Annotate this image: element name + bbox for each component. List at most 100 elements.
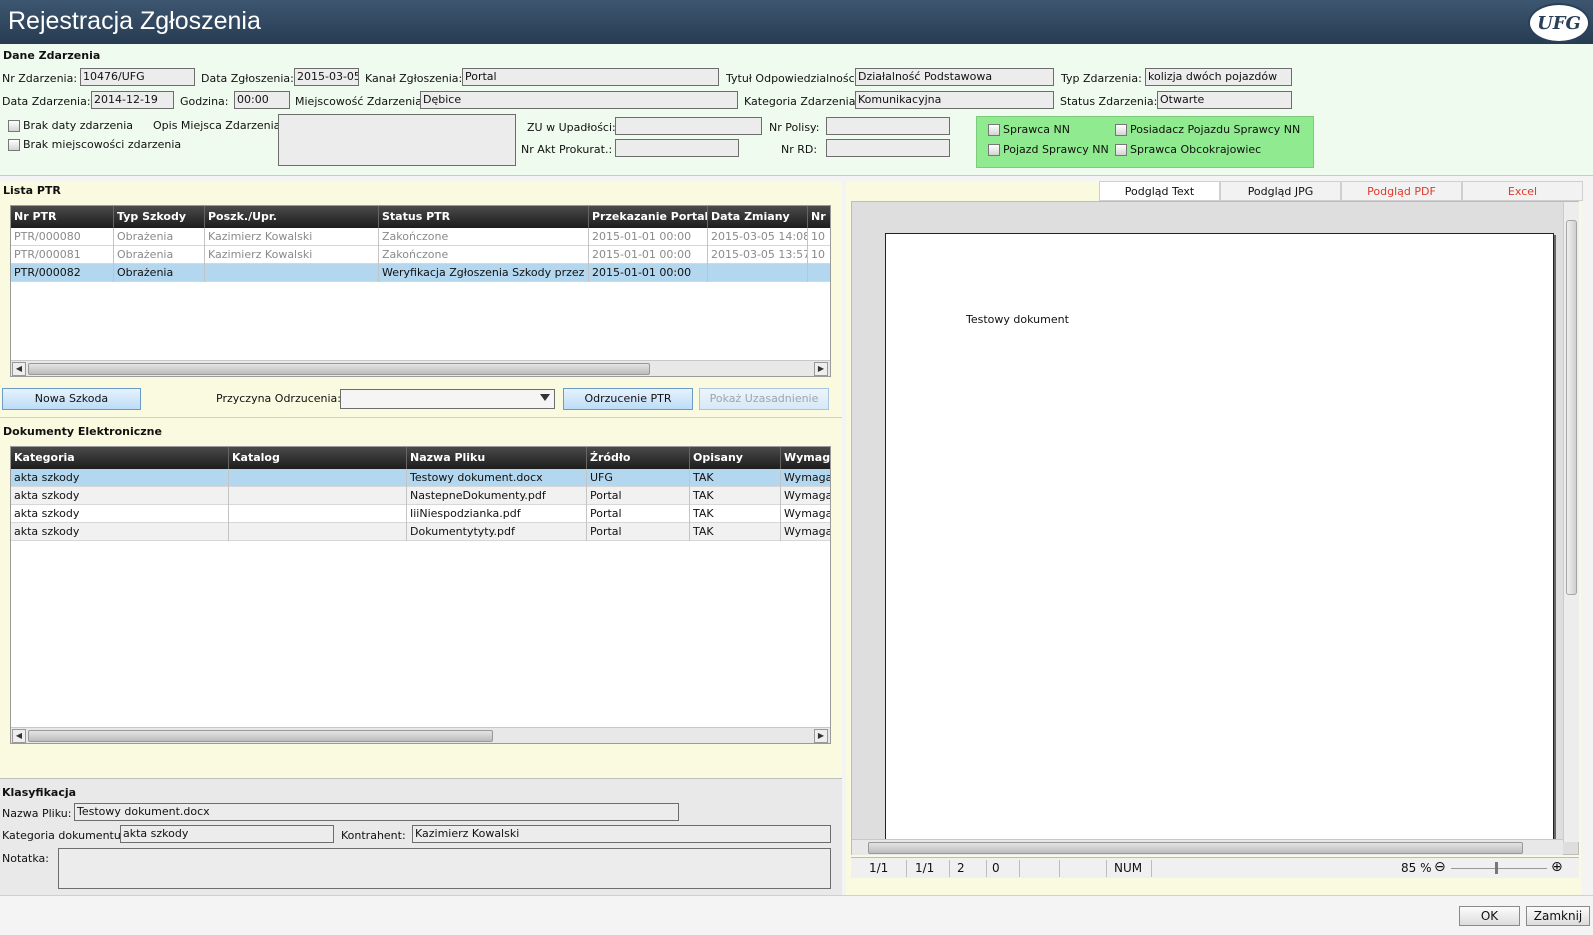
kontrahent-field[interactable]: Kazimierz Kowalski	[412, 825, 831, 843]
posiadacz-nn-checkbox[interactable]: Posiadacz Pojazdu Sprawcy NN	[1115, 123, 1300, 136]
zu-upadlosci-label: ZU w Upadłości:	[527, 121, 616, 134]
scroll-thumb[interactable]	[28, 363, 650, 375]
scroll-thumb[interactable]	[28, 730, 493, 742]
col-zrodlo[interactable]: Źródło	[587, 447, 690, 469]
table-row[interactable]: PTR/000081 Obrażenia Kazimierz Kowalski …	[11, 246, 830, 264]
nr-akt-field[interactable]	[615, 139, 739, 157]
miejscowosc-field[interactable]: Dębice	[420, 91, 738, 109]
kanal-zgloszenia-field[interactable]: Portal	[462, 68, 719, 86]
przyczyna-dropdown[interactable]	[340, 389, 555, 409]
status-zdarzenia-field[interactable]: Otwarte	[1157, 91, 1292, 109]
brak-miejscowosci-checkbox[interactable]: Brak miejscowości zdarzenia	[8, 138, 181, 151]
ok-button[interactable]: OK	[1459, 906, 1520, 926]
nr-rd-field[interactable]	[826, 139, 950, 157]
checkbox-box[interactable]	[1115, 143, 1127, 156]
nowa-szkoda-button[interactable]: Nowa Szkoda	[2, 388, 141, 410]
cell: Dokumentytyty.pdf	[407, 523, 587, 541]
sprawca-obco-checkbox[interactable]: Sprawca Obcokrajowiec	[1115, 143, 1261, 156]
scroll-right-icon[interactable]: ▶	[814, 362, 828, 376]
opis-miejsca-label: Opis Miejsca Zdarzenia:	[153, 119, 285, 132]
checkbox-box[interactable]	[988, 123, 1000, 136]
zoom-slider-handle[interactable]	[1495, 862, 1498, 874]
cell: Wymagan	[781, 469, 830, 487]
pojazd-nn-checkbox[interactable]: Pojazd Sprawcy NN	[988, 143, 1109, 156]
kategoria-zdarzenia-field[interactable]: Komunikacyjna	[855, 91, 1054, 109]
data-zdarzenia-field[interactable]: 2014-12-19	[91, 91, 174, 109]
brak-daty-label: Brak daty zdarzenia	[23, 119, 134, 132]
zu-upadlosci-field[interactable]	[615, 117, 762, 135]
divider	[1059, 860, 1060, 877]
col-data-zmiany[interactable]: Data Zmiany	[708, 206, 808, 228]
table-row-selected[interactable]: akta szkody Testowy dokument.docx UFG TA…	[11, 469, 830, 487]
cell: TAK	[690, 487, 781, 505]
close-button[interactable]: Zamknij	[1526, 906, 1590, 926]
col-opisany[interactable]: Opisany	[690, 447, 781, 469]
event-data-panel: Dane Zdarzenia Nr Zdarzenia: 10476/UFG D…	[0, 44, 1593, 176]
cell: PTR/000082	[11, 264, 114, 282]
cell: Obrażenia	[114, 246, 205, 264]
brak-daty-checkbox[interactable]: Brak daty zdarzenia	[8, 119, 133, 132]
pokaz-uzasadnienie-button[interactable]: Pokaż Uzasadnienie	[699, 388, 829, 410]
tab-excel[interactable]: Excel	[1462, 181, 1583, 201]
scroll-thumb[interactable]	[1566, 220, 1577, 595]
chevron-down-icon[interactable]	[540, 394, 550, 401]
odrzucenie-ptr-button[interactable]: Odrzucenie PTR	[563, 388, 693, 410]
ufg-logo: UFG	[1528, 3, 1590, 43]
tab-podglad-jpg[interactable]: Podgląd JPG	[1220, 181, 1341, 201]
col-typ-szkody[interactable]: Typ Szkody	[114, 206, 205, 228]
kategoria-dokumentu-field[interactable]: akta szkody	[120, 825, 334, 843]
nr-polisy-field[interactable]	[826, 117, 950, 135]
tab-podglad-text[interactable]: Podgląd Text	[1099, 181, 1220, 201]
data-zdarzenia-label: Data Zdarzenia:	[2, 95, 91, 108]
viewer-vertical-scrollbar[interactable]	[1563, 202, 1579, 842]
checkbox-box[interactable]	[988, 143, 1000, 156]
table-row[interactable]: PTR/000080 Obrażenia Kazimierz Kowalski …	[11, 228, 830, 246]
typ-zdarzenia-field[interactable]: kolizja dwóch pojazdów	[1145, 68, 1292, 86]
divider	[1151, 860, 1152, 877]
nazwa-pliku-field[interactable]: Testowy dokument.docx	[74, 803, 679, 821]
col-przekazanie[interactable]: Przekazanie Portal	[589, 206, 708, 228]
scroll-thumb[interactable]	[868, 842, 1523, 854]
godzina-field[interactable]: 00:00	[234, 91, 290, 109]
table-row[interactable]: akta szkody Dokumentytyty.pdf Portal TAK…	[11, 523, 830, 541]
notatka-label: Notatka:	[2, 852, 49, 865]
checkbox-box[interactable]	[8, 138, 20, 151]
col-kategoria[interactable]: Kategoria	[11, 447, 229, 469]
scroll-left-icon[interactable]: ◀	[12, 729, 26, 743]
opis-miejsca-field[interactable]	[278, 114, 516, 166]
ptr-horizontal-scrollbar[interactable]: ◀ ▶	[11, 360, 830, 376]
checkbox-box[interactable]	[1115, 123, 1127, 136]
sprawca-nn-checkbox[interactable]: Sprawca NN	[988, 123, 1070, 136]
nr-zdarzenia-label: Nr Zdarzenia:	[2, 72, 78, 85]
scroll-left-icon[interactable]: ◀	[12, 362, 26, 376]
divider	[906, 860, 907, 877]
cell: 10	[808, 228, 830, 246]
data-zgloszenia-field[interactable]: 2015-03-05	[294, 68, 359, 86]
col-nazwa-pliku[interactable]: Nazwa Pliku	[407, 447, 587, 469]
zoom-out-icon[interactable]: ⊖	[1434, 859, 1446, 875]
tab-podglad-pdf[interactable]: Podgląd PDF	[1341, 181, 1462, 201]
documents-horizontal-scrollbar[interactable]: ◀ ▶	[11, 727, 830, 743]
col-nr[interactable]: Nr	[808, 206, 830, 228]
zoom-slider[interactable]	[1451, 868, 1547, 869]
posiadacz-nn-label: Posiadacz Pojazdu Sprawcy NN	[1130, 123, 1301, 136]
table-row-selected[interactable]: PTR/000082 Obrażenia Weryfikacja Zgłosze…	[11, 264, 830, 282]
table-row[interactable]: akta szkody IiiNiespodzianka.pdf Portal …	[11, 505, 830, 523]
table-row[interactable]: akta szkody NastepneDokumenty.pdf Portal…	[11, 487, 830, 505]
cell: Portal	[587, 505, 690, 523]
nn-options-box: Sprawca NN Pojazd Sprawcy NN Posiadacz P…	[976, 116, 1314, 168]
tytul-field[interactable]: Działalność Podstawowa	[855, 68, 1054, 86]
cell: Zakończone	[379, 246, 589, 264]
zoom-in-icon[interactable]: ⊕	[1551, 859, 1563, 875]
col-status-ptr[interactable]: Status PTR	[379, 206, 589, 228]
cell	[229, 469, 407, 487]
viewer-horizontal-scrollbar[interactable]	[852, 839, 1563, 855]
col-katalog[interactable]: Katalog	[229, 447, 407, 469]
checkbox-box[interactable]	[8, 119, 20, 132]
notatka-field[interactable]	[58, 848, 831, 889]
col-nr-ptr[interactable]: Nr PTR	[11, 206, 114, 228]
scroll-right-icon[interactable]: ▶	[814, 729, 828, 743]
nr-zdarzenia-field[interactable]: 10476/UFG	[80, 68, 195, 86]
col-poszk[interactable]: Poszk./Upr.	[205, 206, 379, 228]
col-wymagalny[interactable]: Wymagal	[781, 447, 830, 469]
